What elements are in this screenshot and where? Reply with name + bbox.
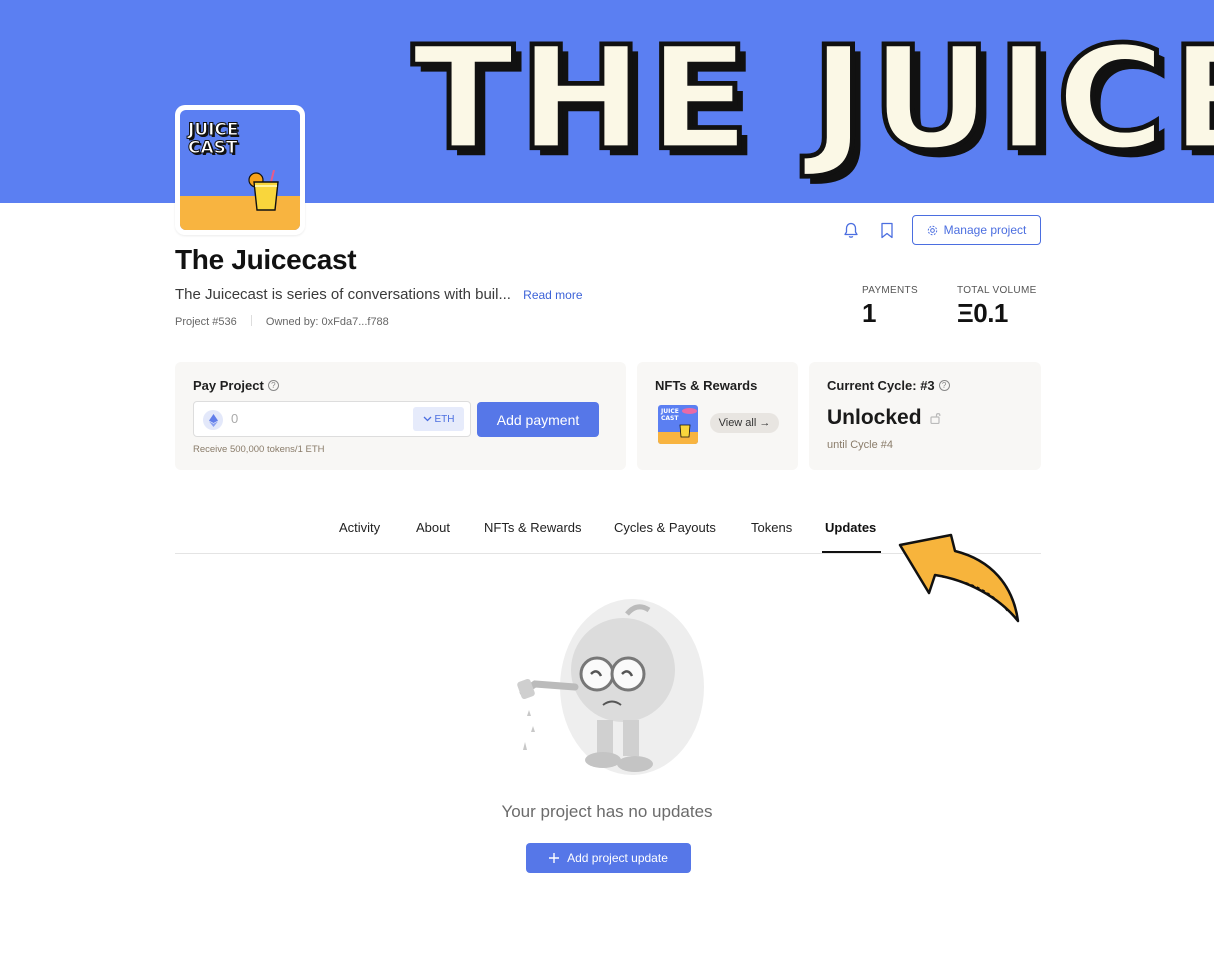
tab-tokens[interactable]: Tokens <box>751 520 792 535</box>
total-volume-stat: TOTAL VOLUME Ξ0.1 <box>957 285 1037 329</box>
payments-value: 1 <box>862 298 876 328</box>
logo-text-line2: CAST <box>187 138 238 158</box>
currency-select[interactable]: ETH <box>413 407 464 431</box>
total-volume-label: TOTAL VOLUME <box>957 285 1037 296</box>
empty-updates-illustration <box>517 599 704 775</box>
plus-icon <box>549 853 560 863</box>
add-project-update-label: Add project update <box>567 851 668 865</box>
current-cycle-title: Current Cycle: #3 ? <box>827 378 950 393</box>
payments-label: PAYMENTS <box>862 285 918 296</box>
pay-project-title: Pay Project ? <box>193 378 279 393</box>
total-volume-value: Ξ0.1 <box>957 298 1008 328</box>
unlock-icon <box>929 413 940 424</box>
payments-stat: PAYMENTS 1 <box>862 285 918 329</box>
token-rate-hint: Receive 500,000 tokens/1 ETH <box>193 444 325 455</box>
active-tab-indicator <box>822 551 881 553</box>
cycle-until-text: until Cycle #4 <box>827 439 894 451</box>
empty-updates-message: Your project has no updates <box>501 802 713 821</box>
logo-text-line1: JUICE <box>188 120 240 140</box>
meta-divider <box>250 315 252 326</box>
nfts-rewards-title: NFTs & Rewards <box>655 378 758 393</box>
juice-glass-icon <box>248 170 279 211</box>
project-description: The Juicecast is series of conversations… <box>175 286 583 303</box>
bell-icon[interactable] <box>841 220 861 240</box>
banner-title: THE JUICECAST <box>409 16 1214 182</box>
view-all-nfts-button[interactable]: View all → <box>710 413 779 433</box>
help-icon[interactable]: ? <box>938 380 950 391</box>
help-icon[interactable]: ? <box>267 380 279 391</box>
tab-about[interactable]: About <box>416 520 450 535</box>
tab-activity[interactable]: Activity <box>339 520 380 535</box>
ethereum-icon <box>203 410 223 430</box>
currency-label: ETH <box>434 413 455 425</box>
cycle-status-text: Unlocked <box>827 406 922 429</box>
pay-project-title-text: Pay Project <box>193 378 264 393</box>
pointer-arrow-icon <box>898 533 1020 623</box>
project-meta: Project #536 Owned by: 0xFda7...f788 <box>175 315 389 328</box>
read-more-link[interactable]: Read more <box>523 288 582 302</box>
payment-amount-value[interactable]: 0 <box>231 411 238 426</box>
current-cycle-card: Current Cycle: #3 ? Unlocked until Cycle… <box>809 362 1041 470</box>
nft-thumbnail[interactable]: JUICE CAST <box>658 405 698 444</box>
tab-cycles-payouts[interactable]: Cycles & Payouts <box>614 520 716 535</box>
project-owner: Owned by: 0xFda7...f788 <box>265 316 389 328</box>
manage-project-button[interactable]: Manage project <box>912 215 1041 245</box>
project-logo: JUICE CAST <box>175 105 305 235</box>
add-project-update-button[interactable]: Add project update <box>526 843 691 873</box>
bookmark-icon[interactable] <box>877 220 897 240</box>
payment-amount-field[interactable]: 0 ETH <box>193 401 471 437</box>
tab-nfts-rewards[interactable]: NFTs & Rewards <box>484 520 582 535</box>
pay-project-card: Pay Project ? 0 ETH Add payment Receive … <box>175 362 626 470</box>
project-number: Project #536 <box>175 316 237 328</box>
project-description-text: The Juicecast is series of conversations… <box>175 286 511 303</box>
tab-updates[interactable]: Updates <box>825 520 876 535</box>
manage-project-label: Manage project <box>943 223 1027 237</box>
cycle-status: Unlocked <box>827 406 941 430</box>
project-title: The Juicecast <box>175 244 357 275</box>
current-cycle-title-text: Current Cycle: #3 <box>827 378 935 393</box>
gear-icon <box>927 225 937 235</box>
chevron-down-icon <box>423 416 431 422</box>
add-payment-button[interactable]: Add payment <box>477 402 599 437</box>
nfts-rewards-card: NFTs & Rewards JUICE CAST View all → <box>637 362 798 470</box>
